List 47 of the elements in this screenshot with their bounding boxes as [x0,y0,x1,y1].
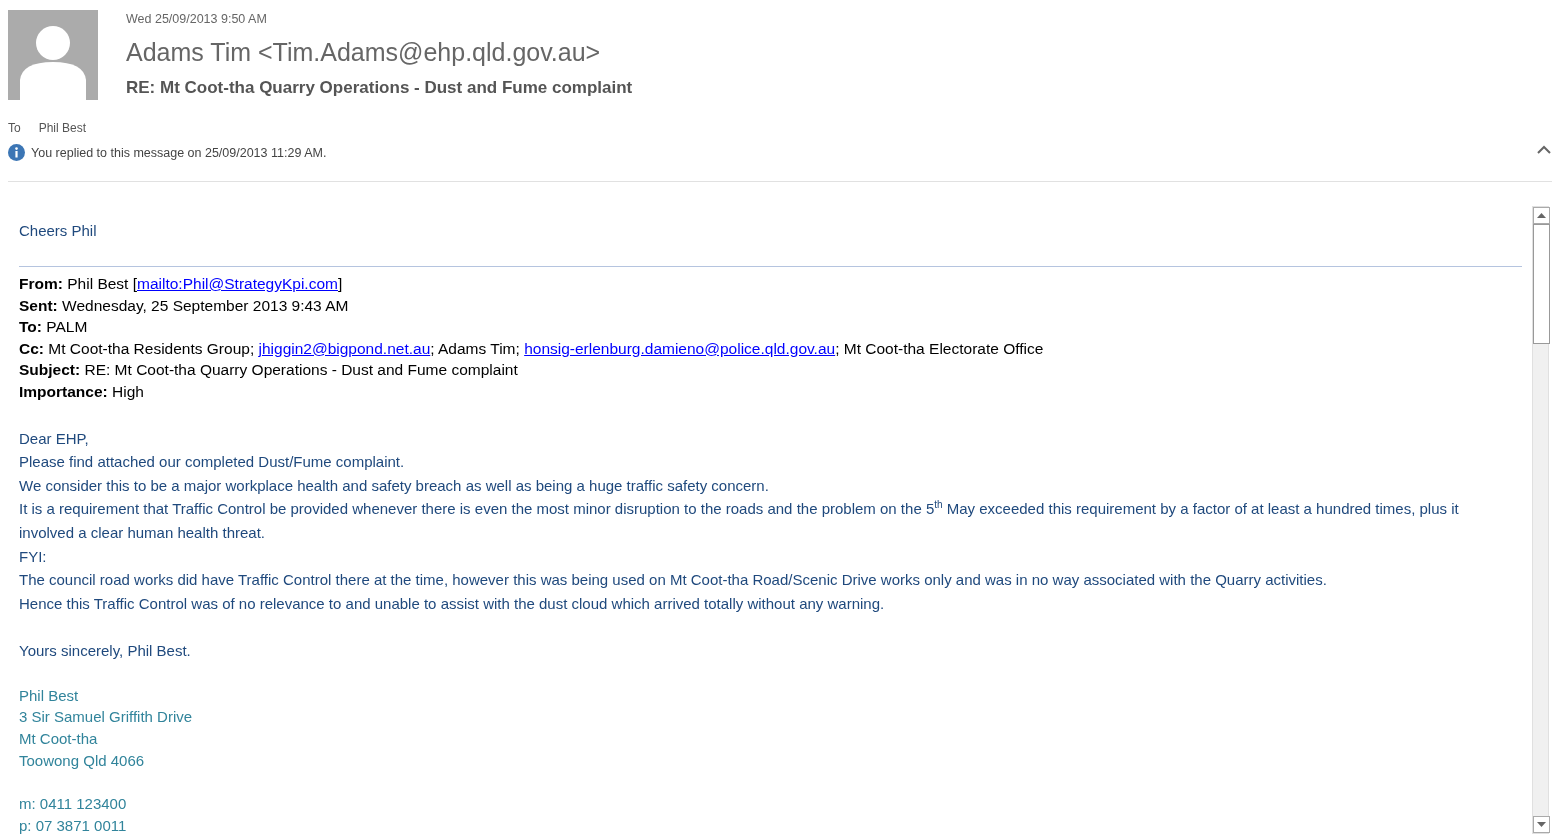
reply-notice: You replied to this message on 25/09/2013 11:29 AM. [31,145,327,160]
signature-line: Mt Coot-tha [19,729,99,750]
field-value: ; Mt Coot-tha Electorate Office [835,339,1044,357]
field-label: Importance: [19,382,108,400]
field-value: ; Adams Tim; [430,339,521,357]
to-label: To [8,121,21,135]
scroll-down-button[interactable] [1533,816,1550,833]
collapse-icon[interactable] [1537,145,1551,154]
message-paragraph: The council road works did have Traffic Control there at the time, however this was being used on Mt Coot-tha Road/Scenic Drive works only and was in no way associated with the Quarry activities. [19,570,1328,591]
message-paragraph: Hence this Traffic Control was of no relevance to and unable to assist with the dust cloud which arrived totally without any warning. [19,593,886,614]
info-icon [8,144,25,161]
field-value: Phil Best [ [67,275,137,292]
field-label: Sent: [19,296,58,314]
signature-line: p: 07 3871 0011 [19,816,128,834]
email-link[interactable]: mailto:Phil@StrategyKpi.com [137,275,338,292]
field-value: Mt Coot-tha Residents Group; [48,339,256,357]
greeting: Cheers Phil [19,221,98,241]
message-paragraph: Please find attached our completed Dust/Fume complaint. [19,452,406,473]
field-label: Subject: [19,361,81,379]
signature-line: Phil Best [19,685,80,706]
caret-down-icon [1537,822,1546,827]
sender-name: Adams Tim <Tim.Adams@ehp.qld.gov.au> [126,38,602,67]
message-paragraph: We consider this to be a major workplace health and safety breach as well as being a huge traffic safety concern. [19,475,770,496]
field-value: RE: Mt Coot-tha Quarry Operations - Dust and Fume complaint [84,361,518,379]
field-value: ] [337,275,343,292]
sent-date: Wed 25/09/2013 9:50 AM [126,12,268,26]
email-subject: RE: Mt Coot-tha Quarry Operations - Dust and Fume complaint [126,78,633,98]
scroll-thumb[interactable] [1533,224,1550,344]
recipient-name: Phil Best [38,121,87,135]
field-label: Cc: [19,339,44,357]
field-label: To: [19,318,42,336]
scroll-up-button[interactable] [1533,207,1550,224]
field-value: Wednesday, 25 September 2013 9:43 AM [62,296,349,314]
signature-line: m: 0411 123400 [19,794,128,815]
field-label: From: [19,275,63,292]
signature-line: Toowong Qld 4066 [19,750,146,771]
email-link[interactable]: jhiggin2@bigpond.net.au [258,339,431,357]
message-paragraph: FYI: [19,546,48,567]
caret-up-icon [1537,213,1546,218]
scrollbar[interactable] [1532,206,1549,834]
message-paragraph: Dear EHP, [19,428,90,449]
message-paragraph: It is a requirement that Traffic Control be provided whenever there is even the most minor disruption to the roads and the problem on the 5$^{th}$ May exceeded this requirement by a factor of at least a hundred times, plus it involved a clear human health threat. [19,498,1460,543]
signature-line: 3 Sir Samuel Griffith Drive [19,707,194,728]
message-paragraph: Yours sincerely, Phil Best. [19,640,192,661]
email-link[interactable]: honsig-erlenburg.damieno@police.qld.gov.au [524,339,836,357]
field-value: PALM [46,318,88,336]
field-value: High [112,382,144,400]
